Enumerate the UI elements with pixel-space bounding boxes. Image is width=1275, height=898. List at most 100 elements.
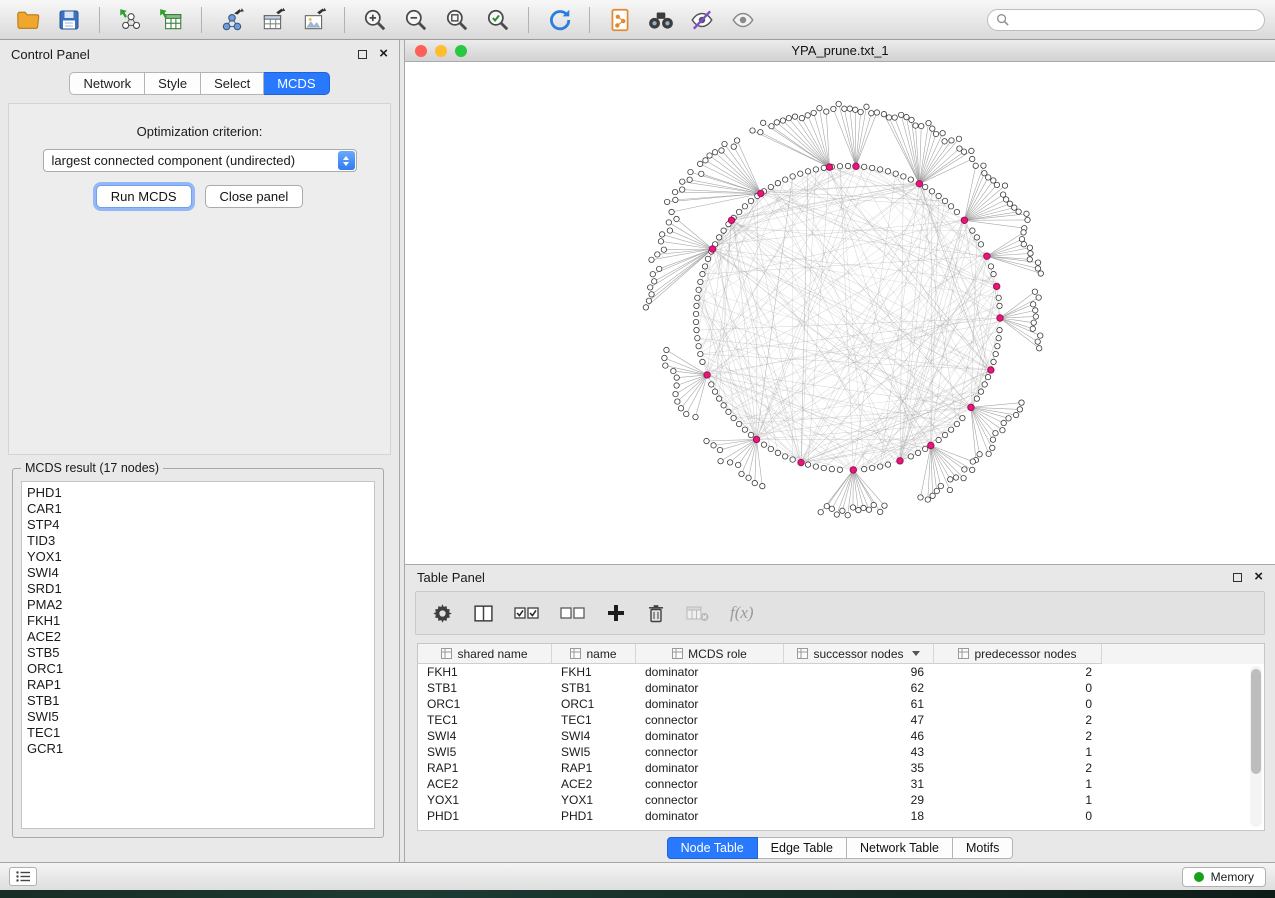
search-icon xyxy=(996,13,1009,26)
apply-layout-button[interactable] xyxy=(541,5,577,35)
show-details-button[interactable] xyxy=(725,5,761,35)
tab-mcds[interactable]: MCDS xyxy=(264,72,329,95)
float-panel-icon[interactable] xyxy=(358,50,367,59)
table-cell: dominator xyxy=(636,729,784,743)
table-row[interactable]: ORC1ORC1dominator610 xyxy=(418,696,1264,712)
table-row[interactable]: TEC1TEC1connector472 xyxy=(418,712,1264,728)
mcds-result-item[interactable]: STB5 xyxy=(27,645,369,661)
table-cell: PHD1 xyxy=(418,809,552,823)
mcds-result-item[interactable]: SRD1 xyxy=(27,581,369,597)
close-panel-button[interactable]: Close panel xyxy=(205,185,304,208)
tab-style[interactable]: Style xyxy=(145,72,201,95)
add-icon xyxy=(606,603,626,623)
mcds-result-item[interactable]: PMA2 xyxy=(27,597,369,613)
main-toolbar xyxy=(0,0,1275,40)
tab-node-table[interactable]: Node Table xyxy=(667,837,758,859)
network-document-button[interactable] xyxy=(602,5,638,35)
function-builder-button[interactable]: f(x) xyxy=(730,603,754,623)
memory-button[interactable]: Memory xyxy=(1182,867,1266,887)
status-menu-button[interactable] xyxy=(9,867,37,886)
open-file-button[interactable] xyxy=(10,5,46,35)
new-network-button[interactable] xyxy=(214,5,250,35)
memory-status-icon xyxy=(1194,872,1204,882)
toolbar-separator xyxy=(528,7,529,33)
tab-network[interactable]: Network xyxy=(69,72,145,95)
minimize-window-icon[interactable] xyxy=(435,45,447,57)
delete-column-button[interactable] xyxy=(646,603,666,624)
network-canvas[interactable] xyxy=(405,62,1275,564)
float-table-panel-icon[interactable] xyxy=(1233,573,1242,582)
mcds-result-item[interactable]: SWI5 xyxy=(27,709,369,725)
table-row[interactable]: FKH1FKH1dominator962 xyxy=(418,664,1264,680)
mcds-result-item[interactable]: SWI4 xyxy=(27,565,369,581)
column-header-predecessor-nodes[interactable]: predecessor nodes xyxy=(934,644,1102,664)
mcds-result-item[interactable]: RAP1 xyxy=(27,677,369,693)
tab-motifs[interactable]: Motifs xyxy=(953,837,1013,859)
table-row[interactable]: STB1STB1dominator620 xyxy=(418,680,1264,696)
column-header-mcds-role[interactable]: MCDS role xyxy=(636,644,784,664)
optimization-dropdown[interactable]: largest connected component (undirected) xyxy=(43,149,357,172)
tab-network-table[interactable]: Network Table xyxy=(847,837,953,859)
import-network-button[interactable] xyxy=(112,5,148,35)
table-settings-button[interactable] xyxy=(432,603,453,624)
search-input[interactable] xyxy=(1015,13,1256,27)
zoom-in-button[interactable] xyxy=(357,5,393,35)
node-table-header: shared name name MCDS role successor nod… xyxy=(418,644,1264,664)
table-scrollbar-thumb[interactable] xyxy=(1251,669,1261,774)
table-row[interactable]: YOX1YOX1connector291 xyxy=(418,792,1264,808)
mcds-result-item[interactable]: PHD1 xyxy=(27,485,369,501)
mcds-result-item[interactable]: ORC1 xyxy=(27,661,369,677)
mcds-result-item[interactable]: ACE2 xyxy=(27,629,369,645)
mcds-result-item[interactable]: STP4 xyxy=(27,517,369,533)
mcds-result-item[interactable]: FKH1 xyxy=(27,613,369,629)
table-row[interactable]: SWI4SWI4dominator462 xyxy=(418,728,1264,744)
column-header-successor-nodes[interactable]: successor nodes xyxy=(784,644,934,664)
mcds-result-item[interactable]: STB1 xyxy=(27,693,369,709)
close-table-panel-icon[interactable]: × xyxy=(1254,572,1263,582)
table-cell: 62 xyxy=(784,681,934,695)
table-scrollbar[interactable] xyxy=(1250,666,1262,827)
table-cell: STB1 xyxy=(418,681,552,695)
close-window-icon[interactable] xyxy=(415,45,427,57)
create-column-button[interactable] xyxy=(606,603,626,623)
column-type-icon xyxy=(672,648,683,659)
mcds-result-item[interactable]: GCR1 xyxy=(27,741,369,757)
mcds-result-list[interactable]: PHD1CAR1STP4TID3YOX1SWI4SRD1PMA2FKH1ACE2… xyxy=(21,481,375,829)
table-row[interactable]: ACE2ACE2connector311 xyxy=(418,776,1264,792)
table-row[interactable]: PHD1PHD1dominator180 xyxy=(418,808,1264,824)
import-table-button[interactable] xyxy=(153,5,189,35)
table-cell: SWI5 xyxy=(418,745,552,759)
new-table-button[interactable] xyxy=(255,5,291,35)
list-menu-icon xyxy=(16,871,31,882)
tab-edge-table[interactable]: Edge Table xyxy=(758,837,847,859)
cytoscape-app-window: Control Panel × Network Style Select MCD… xyxy=(0,0,1275,890)
close-panel-icon[interactable]: × xyxy=(379,49,388,59)
table-panel-tabs: Node Table Edge Table Network Table Moti… xyxy=(405,837,1275,859)
select-all-columns-button[interactable] xyxy=(514,603,540,623)
mcds-result-item[interactable]: TEC1 xyxy=(27,725,369,741)
table-row[interactable]: RAP1RAP1dominator352 xyxy=(418,760,1264,776)
unselect-all-columns-button[interactable] xyxy=(560,603,586,623)
search-box[interactable] xyxy=(987,9,1265,31)
show-columns-button[interactable] xyxy=(473,603,494,624)
search-network-button[interactable] xyxy=(643,5,679,35)
column-header-name[interactable]: name xyxy=(552,644,636,664)
network-graph[interactable] xyxy=(405,62,1274,563)
mcds-result-item[interactable]: CAR1 xyxy=(27,501,369,517)
mcds-result-item[interactable]: TID3 xyxy=(27,533,369,549)
hide-details-button[interactable] xyxy=(684,5,720,35)
eye-icon xyxy=(729,7,757,33)
unselect-all-icon xyxy=(560,603,586,623)
zoom-selected-button[interactable] xyxy=(480,5,516,35)
zoom-out-button[interactable] xyxy=(398,5,434,35)
maximize-window-icon[interactable] xyxy=(455,45,467,57)
mcds-result-item[interactable]: YOX1 xyxy=(27,549,369,565)
zoom-fit-button[interactable] xyxy=(439,5,475,35)
tab-select[interactable]: Select xyxy=(201,72,264,95)
network-window-titlebar[interactable]: YPA_prune.txt_1 xyxy=(405,40,1275,62)
run-mcds-button[interactable]: Run MCDS xyxy=(96,185,192,208)
save-session-button[interactable] xyxy=(51,5,87,35)
export-image-button[interactable] xyxy=(296,5,332,35)
table-row[interactable]: SWI5SWI5connector431 xyxy=(418,744,1264,760)
column-header-shared-name[interactable]: shared name xyxy=(418,644,552,664)
